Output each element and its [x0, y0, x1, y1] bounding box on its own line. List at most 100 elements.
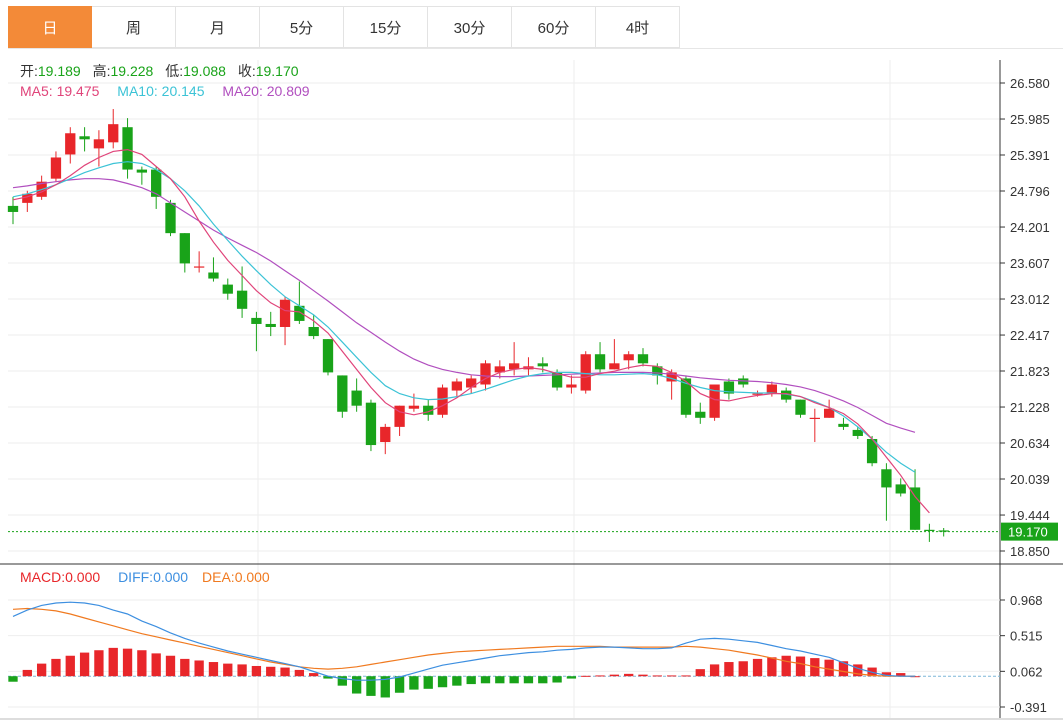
macd-legend: MACD:0.000 DIFF:0.000 DEA:0.000: [20, 569, 270, 585]
candle-body: [208, 272, 219, 279]
ma5-label: MA5:: [20, 83, 57, 99]
ma20-legend: MA20: 20.809: [222, 83, 309, 99]
macd-legend-item: MACD:0.000: [20, 569, 100, 585]
candle-body: [437, 387, 448, 415]
diff-line: [12, 601, 915, 681]
y-tick-label: 23.607: [1010, 256, 1050, 271]
macd-bar: [137, 650, 147, 677]
diff-label: DIFF:: [118, 569, 154, 585]
candle-body: [637, 354, 649, 364]
y-tick-label: 20.039: [1010, 472, 1050, 487]
macd-bar: [509, 676, 519, 684]
macd-bar: [752, 658, 763, 677]
macd-bar: [638, 674, 648, 677]
macd-y-tick-label: 0.515: [1010, 629, 1043, 644]
candle-body: [79, 136, 90, 140]
macd-bar: [266, 666, 276, 677]
macd-y-tick-label: 0.062: [1010, 664, 1043, 679]
macd-bar: [394, 676, 405, 693]
macd-bar: [8, 676, 18, 682]
dea-line: [12, 607, 915, 677]
macd-bar: [94, 650, 104, 677]
stock-chart: 26.580 25.985 25.391 24.796 24.201 23.607 23.0…: [0, 60, 1063, 720]
diff-value: 0.000: [153, 569, 189, 585]
last-price-label: 19.170: [1008, 525, 1048, 540]
candle-body: [809, 417, 820, 420]
y-tick-label: 21.823: [1010, 364, 1050, 379]
candle-body: [136, 169, 148, 173]
macd-label: MACD:: [20, 569, 66, 585]
candle-body: [408, 405, 420, 409]
candle-body: [594, 354, 606, 370]
macd-bar: [351, 676, 362, 694]
candle-body: [165, 202, 176, 234]
macd-bar: [251, 665, 262, 677]
open-label: 开:: [20, 63, 38, 79]
ma20-label: MA20:: [222, 83, 267, 99]
candle-body: [236, 290, 248, 309]
candle-body: [308, 326, 319, 337]
macd-bar: [552, 676, 562, 683]
y-tick-label: 24.201: [1010, 220, 1050, 235]
macd-bar: [79, 652, 90, 677]
ma5-line: [12, 148, 930, 514]
close-value: 19.170: [255, 63, 299, 79]
candle-body: [222, 284, 233, 294]
macd-bar: [65, 655, 75, 677]
ma5-value: 19.475: [56, 83, 100, 99]
macd-bar: [437, 676, 448, 688]
candle-body: [909, 487, 921, 530]
macd-value: 0.000: [65, 569, 101, 585]
y-tick-label: 19.444: [1010, 508, 1050, 523]
low-label: 低:: [165, 63, 184, 79]
macd-bar: [280, 667, 290, 677]
ma-legend: MA5: 19.475 MA10: 20.145 MA20: 20.809: [20, 83, 310, 99]
dea-label: DEA:: [202, 569, 235, 585]
macd-bar: [423, 676, 433, 689]
candle-body: [537, 363, 548, 367]
macd-bar: [294, 669, 305, 677]
ma10-label: MA10:: [117, 83, 162, 99]
macd-bar: [595, 675, 605, 677]
y-tick-label: 25.985: [1010, 112, 1050, 127]
high-label: 高:: [92, 63, 111, 79]
candle-body: [322, 339, 334, 373]
low-value: 19.088: [183, 63, 226, 79]
ohlc-legend: 开:19.189 高:19.228 低:19.088 收:19.170: [20, 61, 299, 81]
macd-bar: [452, 676, 462, 686]
y-tick-label: 24.796: [1010, 184, 1050, 199]
macd-bar: [652, 675, 662, 677]
macd-bar: [523, 676, 534, 684]
candle-body: [93, 139, 105, 149]
diff-legend-item: DIFF:0.000: [118, 569, 188, 585]
macd-bar: [480, 676, 491, 684]
macd-y-tick-label: -0.391: [1010, 700, 1047, 715]
candle-body: [122, 127, 133, 170]
macd-bar: [409, 676, 419, 690]
candle-body: [895, 484, 906, 494]
dea-value: 0.000: [234, 569, 270, 585]
dea-legend-item: DEA:0.000: [202, 569, 270, 585]
macd-y-tick-label: 0.968: [1010, 593, 1043, 608]
ma10-legend: MA10: 20.145: [117, 83, 204, 99]
macd-bar: [122, 648, 133, 677]
candle-body: [365, 402, 377, 446]
high-value: 19.228: [110, 63, 154, 79]
ma20-line: [12, 178, 916, 433]
macd-bar: [151, 653, 161, 677]
macd-bar: [466, 676, 476, 685]
macd-bar: [165, 655, 176, 677]
y-tick-label: 18.850: [1010, 544, 1050, 559]
close-label: 收:: [237, 63, 256, 79]
candle-body: [623, 354, 634, 361]
candle-body: [881, 469, 892, 488]
candle-body: [924, 529, 935, 532]
y-tick-label: 25.391: [1010, 148, 1050, 163]
macd-bar: [208, 662, 219, 677]
candle-body: [466, 378, 477, 388]
macd-bar: [724, 662, 734, 677]
candle-body: [108, 124, 119, 143]
candle-body: [279, 299, 291, 327]
y-tick-label: 20.634: [1010, 436, 1050, 451]
macd-bar: [824, 659, 834, 677]
